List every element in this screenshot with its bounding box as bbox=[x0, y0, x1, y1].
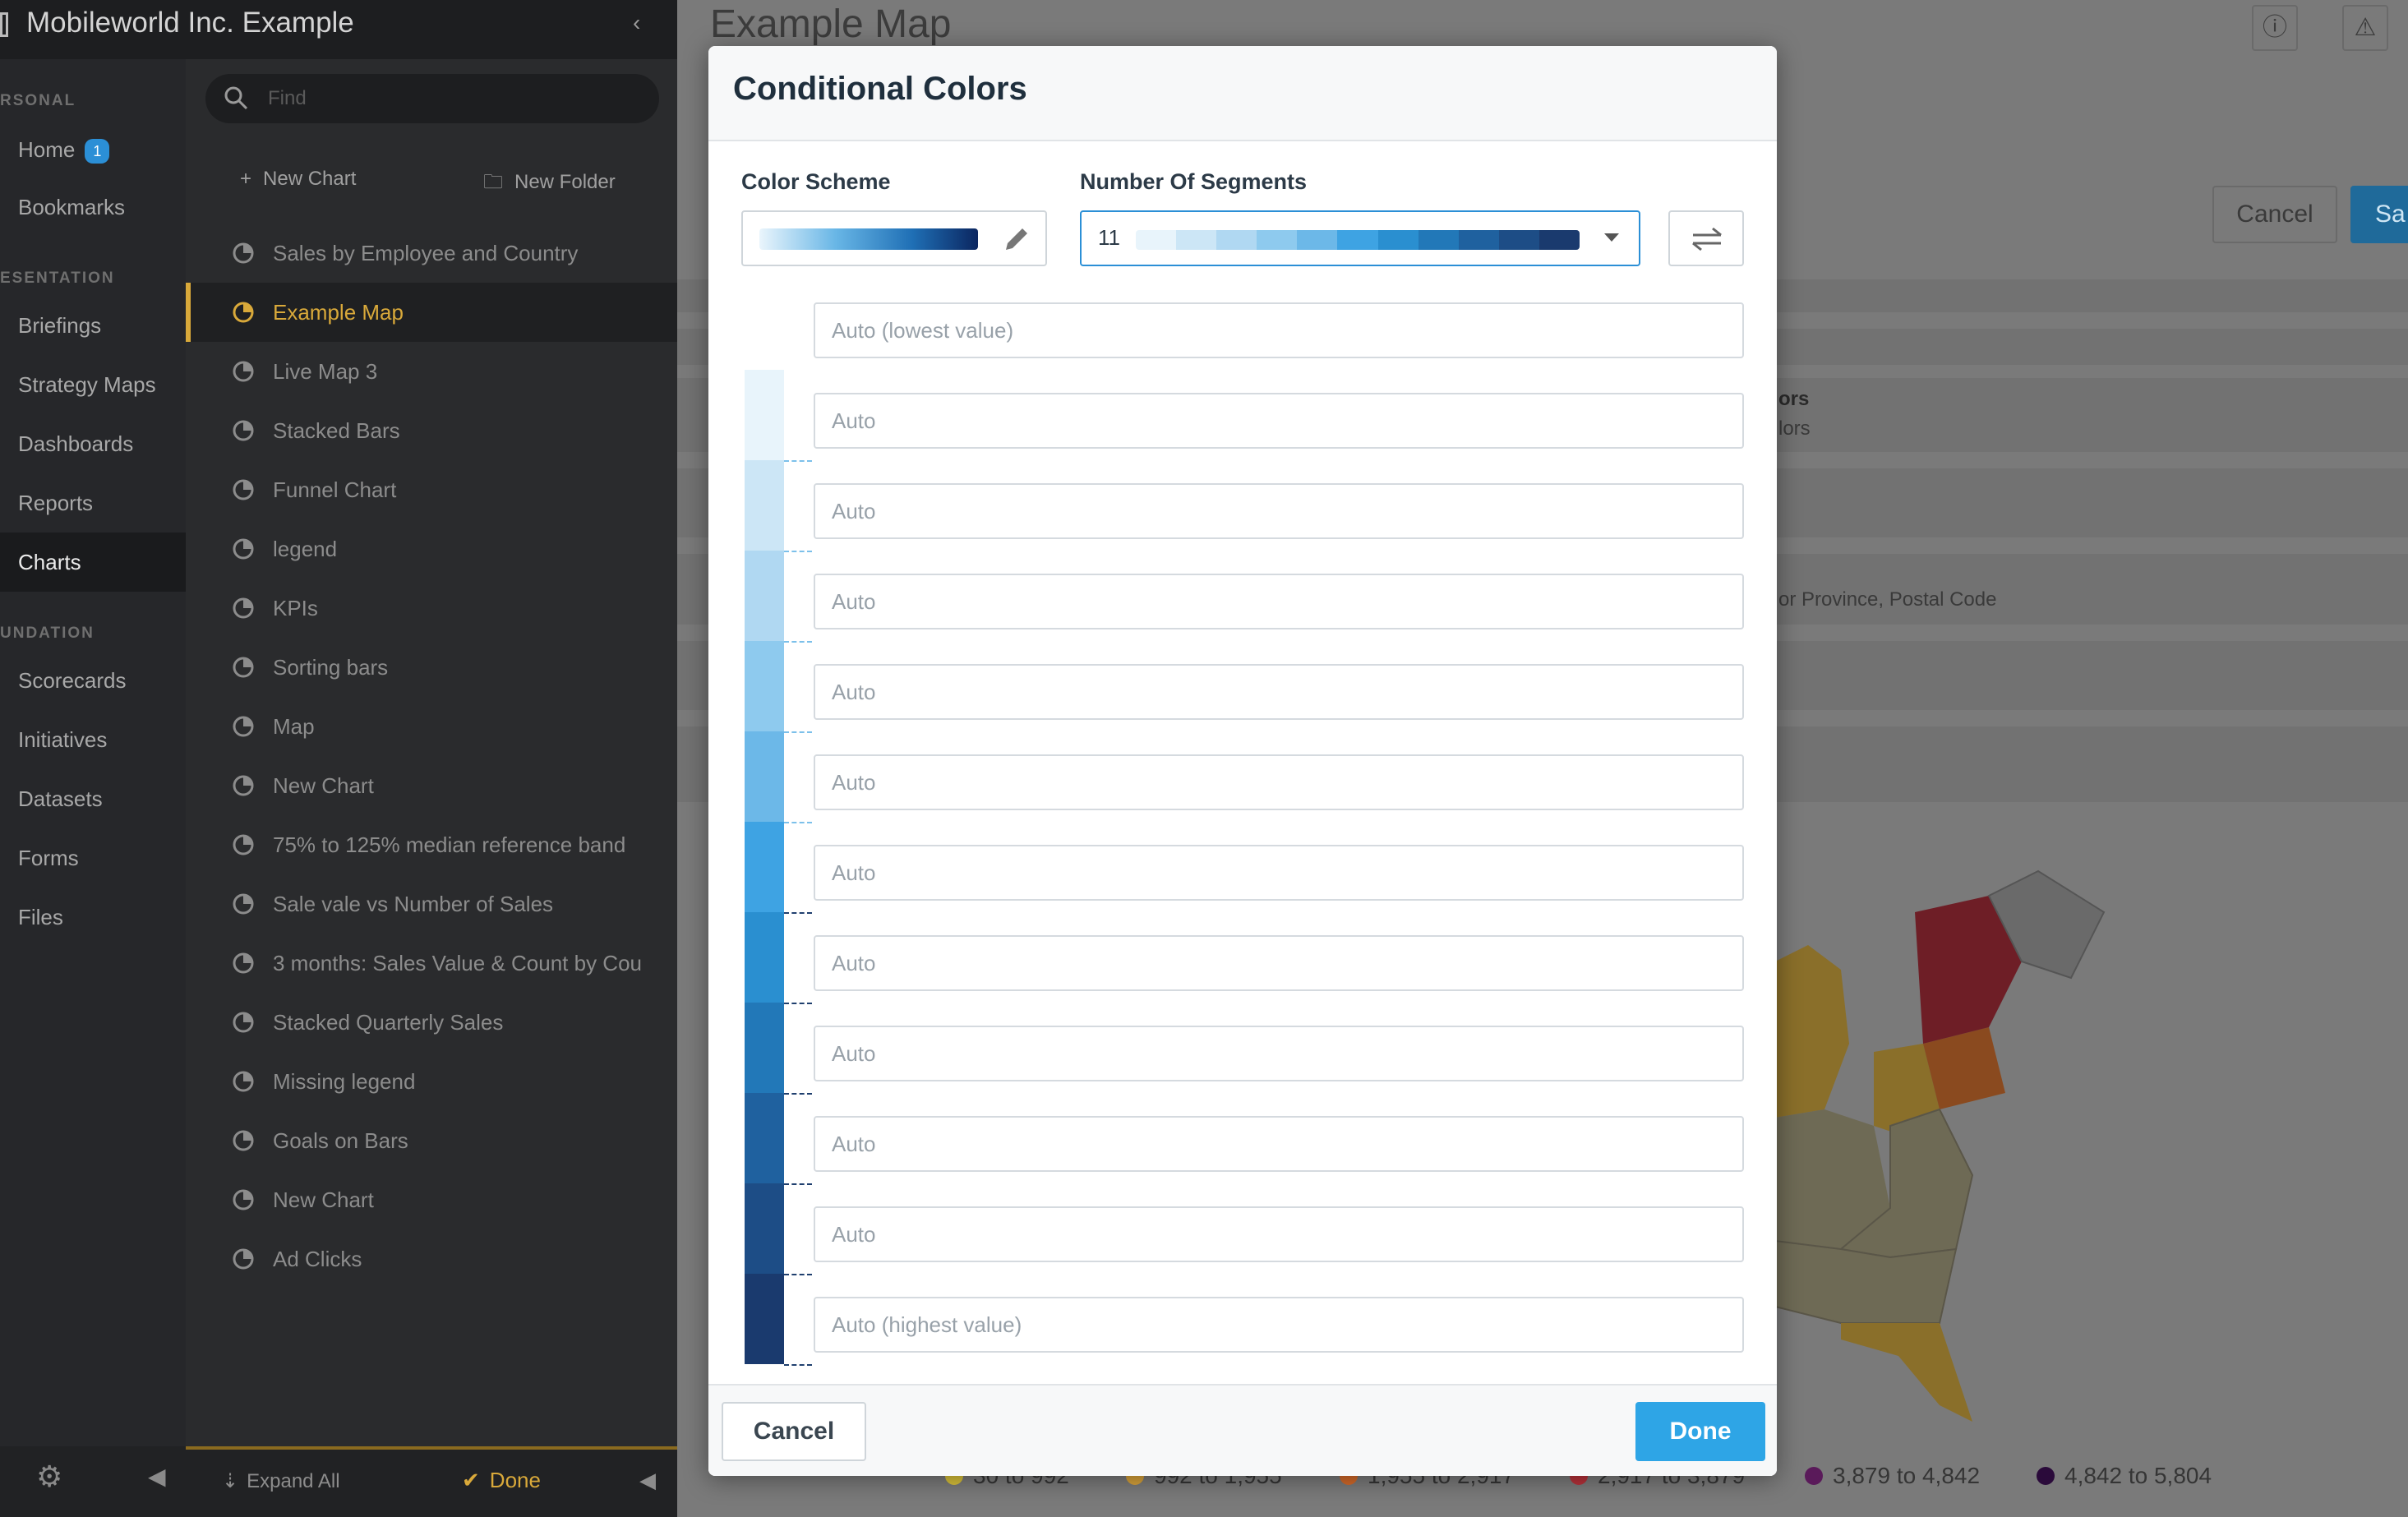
color-segment[interactable] bbox=[745, 912, 784, 1003]
done-button[interactable]: Done bbox=[1635, 1402, 1765, 1461]
segment-swatch bbox=[1257, 230, 1298, 250]
segment-swatch bbox=[1216, 230, 1257, 250]
segment-swatch bbox=[1418, 230, 1459, 250]
color-segment[interactable] bbox=[745, 1183, 784, 1274]
segment-swatch bbox=[1538, 230, 1580, 250]
threshold-input[interactable]: Auto (highest value) bbox=[814, 1297, 1744, 1353]
color-segment[interactable] bbox=[745, 551, 784, 641]
threshold-input[interactable]: Auto bbox=[814, 935, 1744, 991]
threshold-input[interactable]: Auto bbox=[814, 1116, 1744, 1172]
color-segment[interactable] bbox=[745, 370, 784, 460]
color-scheme-gradient bbox=[759, 228, 978, 250]
threshold-input[interactable]: Auto bbox=[814, 845, 1744, 901]
segment-swatch bbox=[1337, 230, 1378, 250]
segment-boundary-tick bbox=[784, 1003, 812, 1004]
segment-boundary-tick bbox=[784, 641, 812, 643]
conditional-colors-dialog: Conditional Colors Color Scheme Number O… bbox=[708, 46, 1777, 1476]
threshold-input[interactable]: Auto bbox=[814, 1206, 1744, 1262]
number-of-segments-select[interactable]: 11 bbox=[1080, 210, 1640, 266]
segment-boundary-tick bbox=[784, 731, 812, 733]
swap-icon bbox=[1692, 227, 1722, 251]
reverse-colors-button[interactable] bbox=[1668, 210, 1744, 266]
color-segment[interactable] bbox=[745, 1003, 784, 1093]
segment-boundary-tick bbox=[784, 822, 812, 823]
segment-boundary-tick bbox=[784, 1093, 812, 1095]
color-segment[interactable] bbox=[745, 731, 784, 822]
color-scheme-picker[interactable] bbox=[741, 210, 1047, 266]
segment-boundary-tick bbox=[784, 1183, 812, 1185]
segment-swatch bbox=[1136, 230, 1177, 250]
threshold-input[interactable]: Auto bbox=[814, 1026, 1744, 1081]
segment-swatch bbox=[1377, 230, 1419, 250]
segment-swatches bbox=[1136, 230, 1580, 250]
threshold-input[interactable]: Auto bbox=[814, 483, 1744, 539]
pencil-icon[interactable] bbox=[1003, 225, 1031, 253]
cancel-button[interactable]: Cancel bbox=[722, 1402, 866, 1461]
number-of-segments-label: Number Of Segments bbox=[1080, 169, 1308, 194]
threshold-input[interactable]: Auto bbox=[814, 664, 1744, 720]
segment-boundary-tick bbox=[784, 1274, 812, 1275]
segment-boundary-tick bbox=[784, 551, 812, 552]
threshold-input[interactable]: Auto bbox=[814, 754, 1744, 810]
segment-swatch bbox=[1176, 230, 1217, 250]
color-segment[interactable] bbox=[745, 822, 784, 912]
caret-down-icon bbox=[1604, 233, 1619, 242]
threshold-input[interactable]: Auto bbox=[814, 574, 1744, 629]
color-segment[interactable] bbox=[745, 1274, 784, 1364]
segment-swatch bbox=[1498, 230, 1539, 250]
color-segment[interactable] bbox=[745, 1093, 784, 1183]
dialog-footer bbox=[708, 1384, 1777, 1476]
segment-swatch bbox=[1458, 230, 1499, 250]
dialog-header: Conditional Colors bbox=[708, 46, 1777, 141]
segment-boundary-tick bbox=[784, 1364, 812, 1366]
segment-boundary-tick bbox=[784, 912, 812, 914]
threshold-input[interactable]: Auto bbox=[814, 393, 1744, 449]
dialog-title: Conditional Colors bbox=[733, 71, 1027, 107]
color-segment[interactable] bbox=[745, 460, 784, 551]
segments-value: 11 bbox=[1098, 225, 1120, 250]
color-segment[interactable] bbox=[745, 641, 784, 731]
threshold-input[interactable]: Auto (lowest value) bbox=[814, 302, 1744, 358]
segment-swatch bbox=[1297, 230, 1338, 250]
segment-boundary-tick bbox=[784, 460, 812, 462]
color-scheme-label: Color Scheme bbox=[741, 169, 891, 194]
